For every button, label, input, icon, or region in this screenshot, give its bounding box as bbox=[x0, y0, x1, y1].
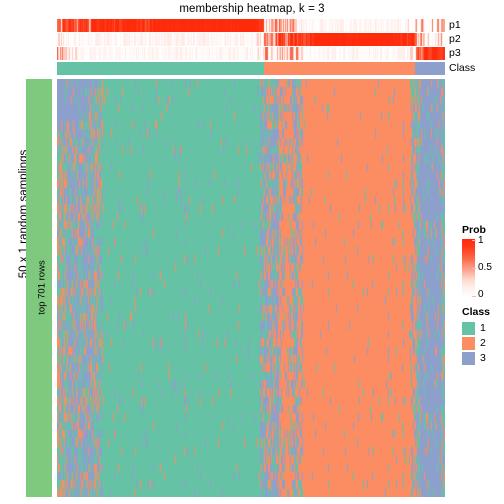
membership-heatmap-plot: membership heatmap, k = 3 50 x 1 random … bbox=[0, 0, 504, 504]
prob-tick-mark-0 bbox=[472, 296, 476, 297]
annotation-canvas-p2 bbox=[57, 33, 445, 46]
row-split-label: top 701 rows bbox=[36, 260, 48, 315]
class-swatch-2-icon bbox=[462, 336, 475, 350]
annotation-label-p3: p3 bbox=[449, 47, 461, 59]
class-legend-item-3: 3 bbox=[462, 351, 504, 365]
class-swatch-1-icon bbox=[462, 321, 475, 335]
annotation-row-p3 bbox=[57, 47, 445, 60]
class-annotation-segment bbox=[57, 62, 264, 75]
prob-tick-mark-1 bbox=[472, 240, 476, 241]
class-swatch-3-icon bbox=[462, 351, 475, 365]
row-split-block: top 701 rows bbox=[26, 79, 52, 497]
class-legend-label-2: 2 bbox=[480, 336, 486, 349]
heatmap-body bbox=[57, 79, 445, 497]
prob-tick-label-0: 0 bbox=[478, 289, 484, 300]
annotation-row-p2 bbox=[57, 33, 445, 46]
class-legend-label-1: 1 bbox=[480, 321, 486, 334]
class-legend-item-2: 2 bbox=[462, 336, 504, 350]
annotation-row-p1 bbox=[57, 19, 445, 32]
annotation-canvas-p1 bbox=[57, 19, 445, 32]
annotation-row-class bbox=[57, 62, 445, 75]
annotation-canvas-p3 bbox=[57, 47, 445, 60]
legend-area: Prob 1 0.5 0 Class 1 2 3 bbox=[462, 224, 504, 366]
annotation-label-p2: p2 bbox=[449, 33, 461, 45]
class-legend-item-1: 1 bbox=[462, 321, 504, 335]
annotation-label-p1: p1 bbox=[449, 19, 461, 31]
class-annotation-segment bbox=[263, 62, 416, 75]
prob-tick-mark-05 bbox=[472, 268, 476, 269]
heatmap-canvas bbox=[57, 79, 445, 497]
prob-tick-label-1: 1 bbox=[478, 235, 484, 246]
class-legend-label-3: 3 bbox=[480, 351, 486, 364]
prob-legend: 1 0.5 0 bbox=[462, 235, 502, 300]
prob-tick-label-05: 0.5 bbox=[478, 262, 492, 273]
annotation-label-class: Class bbox=[449, 62, 476, 74]
class-legend: Class 1 2 3 bbox=[462, 306, 504, 365]
class-annotation-segment bbox=[415, 62, 445, 75]
page-title: membership heatmap, k = 3 bbox=[179, 3, 325, 15]
class-legend-title: Class bbox=[462, 306, 491, 318]
